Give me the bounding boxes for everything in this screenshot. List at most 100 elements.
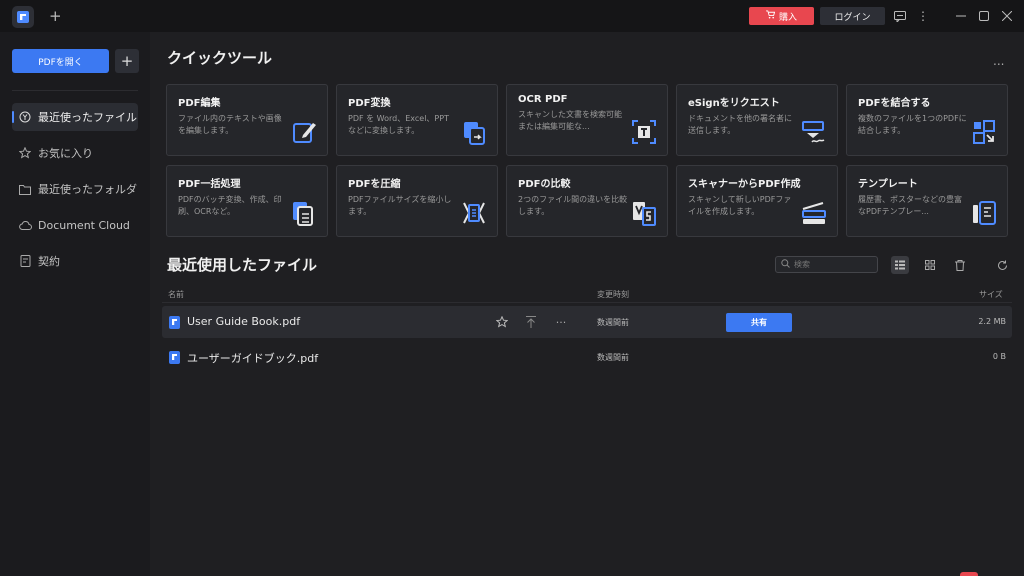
tool-desc: PDF を Word、Excel、PPT などに変換します。: [348, 114, 449, 135]
convert-icon: [464, 122, 485, 145]
search-icon: [781, 259, 790, 270]
trash-icon[interactable]: [951, 256, 969, 274]
tool-title: PDF一括処理: [178, 179, 241, 190]
sidebar-item-label: お気に入り: [38, 147, 93, 160]
corner-accent: [960, 572, 978, 576]
tool-card-batch-process[interactable]: PDF一括処理 PDFのバッチ変換、作成、印刷、OCRなど。: [166, 165, 328, 237]
tool-desc: ドキュメントを他の署名者に送信します。: [688, 114, 792, 135]
star-icon: [18, 146, 32, 160]
open-pdf-button[interactable]: PDFを開く: [12, 49, 109, 73]
buy-button[interactable]: 購入: [749, 7, 814, 25]
recent-files-title: 最近使用したファイル: [167, 256, 318, 274]
tool-desc: 複数のファイルを1つのPDFに結合します。: [858, 114, 967, 135]
column-header-modified[interactable]: 変更時刻: [597, 289, 629, 300]
column-header-name[interactable]: 名前: [168, 289, 184, 300]
column-header-size[interactable]: サイズ: [979, 289, 1003, 300]
search-input[interactable]: 検索: [775, 256, 878, 273]
menu-dots-icon[interactable]: ⋮: [915, 8, 931, 24]
cloud-icon: [18, 218, 32, 232]
pdf-file-icon: [169, 351, 180, 364]
list-view-button[interactable]: [891, 256, 909, 274]
maximize-icon[interactable]: [976, 8, 992, 24]
add-button[interactable]: +: [115, 49, 139, 73]
tool-card-compare-pdf[interactable]: PDFの比較 2つのファイル間の違いを比較します。: [506, 165, 668, 237]
tool-title: PDF変換: [348, 98, 391, 109]
edit-icon: [293, 123, 316, 143]
compare-icon: [633, 202, 656, 226]
tool-desc: スキャンした文書を検索可能または編集可能な...: [518, 110, 622, 131]
refresh-icon[interactable]: [993, 256, 1011, 274]
list-divider: [162, 302, 1012, 303]
folder-icon: [18, 182, 32, 196]
tool-title: PDFを圧縮: [348, 179, 401, 190]
file-modified: 数週間前: [597, 318, 629, 327]
more-actions-icon[interactable]: ···: [553, 314, 569, 330]
tool-title: PDFの比較: [518, 179, 571, 190]
login-button[interactable]: ログイン: [820, 7, 885, 25]
pdf-file-icon: [169, 316, 180, 329]
ocr-icon: [632, 120, 656, 144]
sidebar-divider: [12, 90, 138, 91]
buy-label: 購入: [778, 12, 797, 23]
template-icon: [973, 201, 996, 225]
tool-desc: スキャンして新しいPDFファイルを作成します。: [688, 195, 792, 216]
esign-icon: [802, 121, 825, 143]
tool-title: PDFを結合する: [858, 98, 931, 109]
table-row[interactable]: User Guide Book.pdf ··· 数週間前 共有 2.2 MB: [162, 306, 1012, 338]
tool-desc: 2つのファイル間の違いを比較します。: [518, 195, 628, 216]
scanner-icon: [802, 202, 826, 224]
file-size: 2.2 MB: [978, 317, 1006, 326]
file-name: ユーザーガイドブック.pdf: [187, 352, 319, 365]
sidebar-item-label: 契約: [38, 255, 60, 268]
star-icon[interactable]: [494, 314, 510, 330]
sidebar-item-favorites[interactable]: お気に入り: [12, 139, 138, 167]
more-options-button[interactable]: ...: [993, 54, 1004, 68]
sidebar-item-recent-files[interactable]: 最近使ったファイル: [12, 103, 138, 131]
tool-card-combine-pdf[interactable]: PDFを結合する 複数のファイルを1つのPDFに結合します。: [846, 84, 1008, 156]
sidebar-item-document-cloud[interactable]: Document Cloud: [12, 211, 138, 239]
share-button[interactable]: 共有: [726, 313, 792, 332]
tool-card-pdf-convert[interactable]: PDF変換 PDF を Word、Excel、PPT などに変換します。: [336, 84, 498, 156]
search-placeholder: 検索: [794, 260, 810, 269]
cart-icon: [765, 10, 776, 22]
close-icon[interactable]: [999, 8, 1015, 24]
tool-title: OCR PDF: [518, 94, 568, 105]
sidebar-item-label: 最近使ったファイル: [38, 111, 137, 124]
compress-icon: [463, 202, 485, 224]
tool-card-compress-pdf[interactable]: PDFを圧縮 PDFファイルサイズを縮小します。: [336, 165, 498, 237]
clock-icon: [18, 110, 32, 124]
app-logo-icon[interactable]: [12, 6, 34, 28]
sidebar-item-contracts[interactable]: 契約: [12, 247, 138, 275]
table-row[interactable]: ユーザーガイドブック.pdf 数週間前 0 B: [162, 341, 1012, 373]
grid-view-button[interactable]: [921, 256, 939, 274]
combine-icon: [973, 120, 995, 144]
tool-title: テンプレート: [858, 179, 918, 190]
tool-card-pdf-edit[interactable]: PDF編集 ファイル内のテキストや画像を編集します。: [166, 84, 328, 156]
tool-title: eSignをリクエスト: [688, 98, 780, 109]
tool-card-scanner-to-pdf[interactable]: スキャナーからPDF作成 スキャンして新しいPDFファイルを作成します。: [676, 165, 838, 237]
sidebar: PDFを開く + 最近使ったファイル お気に入り 最近使ったフォルダ Docum…: [0, 32, 150, 576]
contract-icon: [18, 254, 32, 268]
file-name: User Guide Book.pdf: [187, 315, 301, 328]
new-tab-button[interactable]: +: [49, 7, 62, 25]
title-bar: + 購入 ログイン ⋮: [0, 0, 1024, 32]
tool-card-templates[interactable]: テンプレート 履歴書、ポスターなどの豊富なPDFテンプレー...: [846, 165, 1008, 237]
tool-card-ocr-pdf[interactable]: OCR PDF スキャンした文書を検索可能または編集可能な...: [506, 84, 668, 156]
minimize-icon[interactable]: [953, 8, 969, 24]
tool-desc: 履歴書、ポスターなどの豊富なPDFテンプレー...: [858, 195, 962, 216]
file-modified: 数週間前: [597, 353, 629, 362]
sidebar-item-label: Document Cloud: [38, 218, 130, 232]
upload-icon[interactable]: [523, 314, 539, 330]
tool-desc: PDFのバッチ変換、作成、印刷、OCRなど。: [178, 195, 282, 216]
sidebar-item-recent-folders[interactable]: 最近使ったフォルダ: [12, 175, 138, 203]
tool-title: PDF編集: [178, 98, 221, 109]
tool-desc: PDFファイルサイズを縮小します。: [348, 195, 452, 216]
sidebar-item-label: 最近使ったフォルダ: [38, 183, 137, 196]
quick-tools-title: クイックツール: [167, 49, 273, 67]
tool-card-esign-request[interactable]: eSignをリクエスト ドキュメントを他の署名者に送信します。: [676, 84, 838, 156]
file-size: 0 B: [992, 352, 1006, 361]
tool-title: スキャナーからPDF作成: [688, 179, 801, 190]
feedback-icon[interactable]: [892, 8, 908, 24]
batch-icon: [293, 202, 313, 226]
main-content: クイックツール ... PDF編集 ファイル内のテキストや画像を編集します。 P…: [150, 32, 1024, 576]
